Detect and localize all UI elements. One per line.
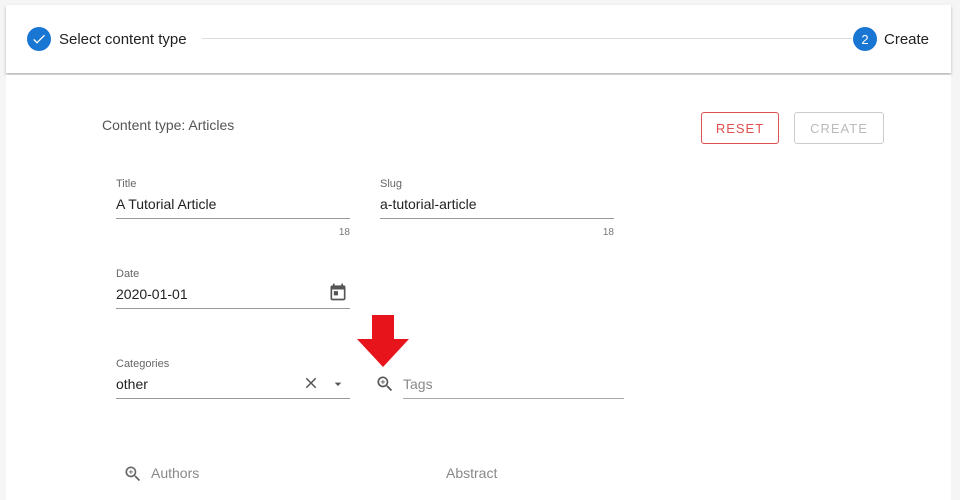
slug-field[interactable]: Slug a-tutorial-article 18 (380, 176, 614, 241)
create-button[interactable]: CREATE (794, 112, 884, 144)
authors-input[interactable]: Authors (151, 465, 199, 481)
tags-underline (403, 398, 624, 399)
date-field[interactable]: Date 2020-01-01 (116, 266, 350, 311)
authors-zoom-in-icon[interactable] (123, 464, 143, 489)
reset-button[interactable]: RESET (701, 112, 779, 144)
create-form: Content type: Articles RESET CREATE Titl… (6, 75, 951, 500)
abstract-input[interactable]: Abstract (446, 465, 497, 481)
step-label-create: Create (884, 31, 930, 48)
step-label-select-content-type[interactable]: Select content type (59, 31, 187, 48)
tags-field[interactable]: Tags (403, 356, 624, 401)
date-underline (116, 308, 350, 309)
step-number-2: 2 (853, 27, 877, 51)
slug-underline (380, 218, 614, 219)
categories-label: Categories (116, 358, 170, 370)
red-arrow-down-icon (356, 315, 410, 372)
calendar-icon[interactable] (328, 282, 348, 307)
step-complete-check-icon[interactable] (27, 27, 51, 51)
step-connector (202, 38, 852, 39)
date-label: Date (116, 268, 140, 280)
categories-field[interactable]: Categories other (116, 356, 350, 401)
title-field[interactable]: Title A Tutorial Article 18 (116, 176, 350, 241)
title-char-counter: 18 (338, 227, 350, 238)
dropdown-arrow-icon[interactable] (330, 376, 346, 397)
title-label: Title (116, 178, 137, 190)
title-underline (116, 218, 350, 219)
slug-char-counter: 18 (602, 227, 614, 238)
slug-label: Slug (380, 178, 403, 190)
categories-select-value[interactable]: other (116, 376, 148, 392)
tags-zoom-in-icon[interactable] (375, 374, 395, 399)
clear-icon[interactable] (302, 374, 320, 397)
date-input[interactable]: 2020-01-01 (116, 286, 188, 302)
title-input[interactable]: A Tutorial Article (116, 196, 216, 212)
content-type-label: Content type: Articles (102, 117, 235, 133)
tags-input[interactable]: Tags (403, 376, 433, 392)
stepper-header: Select content type 2 Create (6, 5, 951, 73)
categories-underline (116, 398, 350, 399)
slug-input[interactable]: a-tutorial-article (380, 196, 476, 212)
